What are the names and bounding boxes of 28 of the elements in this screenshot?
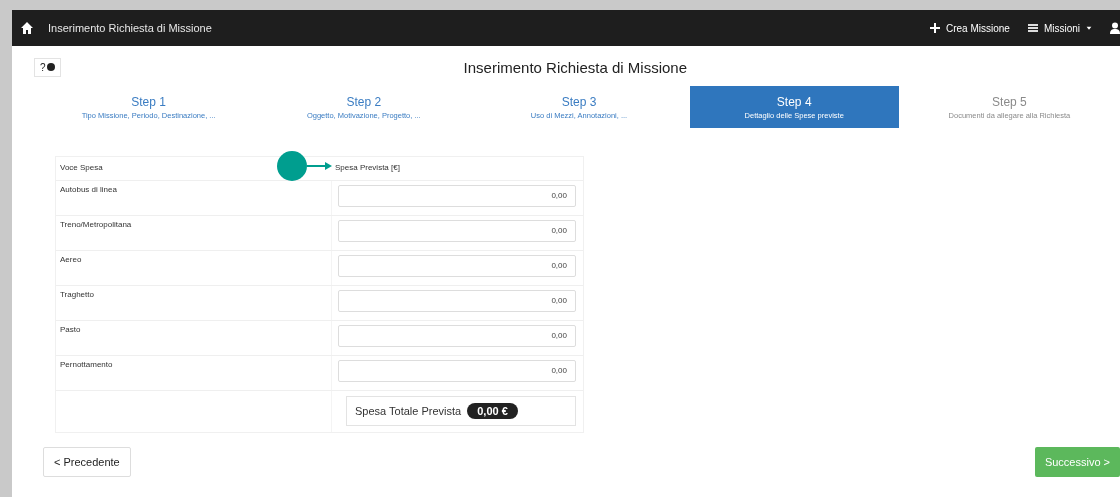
expense-label: Autobus di linea bbox=[59, 184, 118, 196]
create-link[interactable]: Crea Missione bbox=[929, 22, 1010, 34]
help-button[interactable]: ? bbox=[34, 57, 61, 77]
amount-field[interactable]: 0,00 bbox=[338, 254, 576, 277]
amount-field[interactable]: 0,00 bbox=[338, 324, 576, 347]
expense-label: Pernottamento bbox=[59, 359, 114, 371]
page-title: Inserimento Richiesta di Missione bbox=[462, 58, 688, 76]
expense-label: Pasto bbox=[59, 324, 82, 336]
amount-field[interactable]: 0,00 bbox=[338, 289, 576, 312]
user-icon[interactable] bbox=[1110, 22, 1120, 34]
plus-icon bbox=[929, 23, 940, 33]
total-value: 0,00 € bbox=[467, 403, 518, 419]
column-header: Spesa Prevista [€] bbox=[335, 163, 400, 172]
expense-label: Treno/Metropolitana bbox=[59, 219, 133, 231]
expense-label: Traghetto bbox=[59, 289, 95, 301]
previous-button[interactable]: < Precedente bbox=[43, 447, 131, 477]
menu-dropdown[interactable]: Missioni bbox=[1027, 22, 1092, 34]
amount-field[interactable]: 0,00 bbox=[338, 184, 576, 207]
column-header: Voce Spesa bbox=[60, 163, 103, 172]
app-title: Inserimento Richiesta di Missione bbox=[48, 22, 213, 34]
callout-marker-drawing bbox=[277, 151, 333, 181]
total-label: Spesa Totale Prevista bbox=[355, 405, 462, 417]
amount-field[interactable]: 0,00 bbox=[338, 219, 576, 242]
expense-label: Aereo bbox=[59, 254, 83, 266]
amount-field[interactable]: 0,00 bbox=[338, 359, 576, 382]
home-icon[interactable] bbox=[20, 21, 34, 35]
list-icon bbox=[1027, 23, 1038, 33]
circle-icon bbox=[46, 63, 55, 71]
